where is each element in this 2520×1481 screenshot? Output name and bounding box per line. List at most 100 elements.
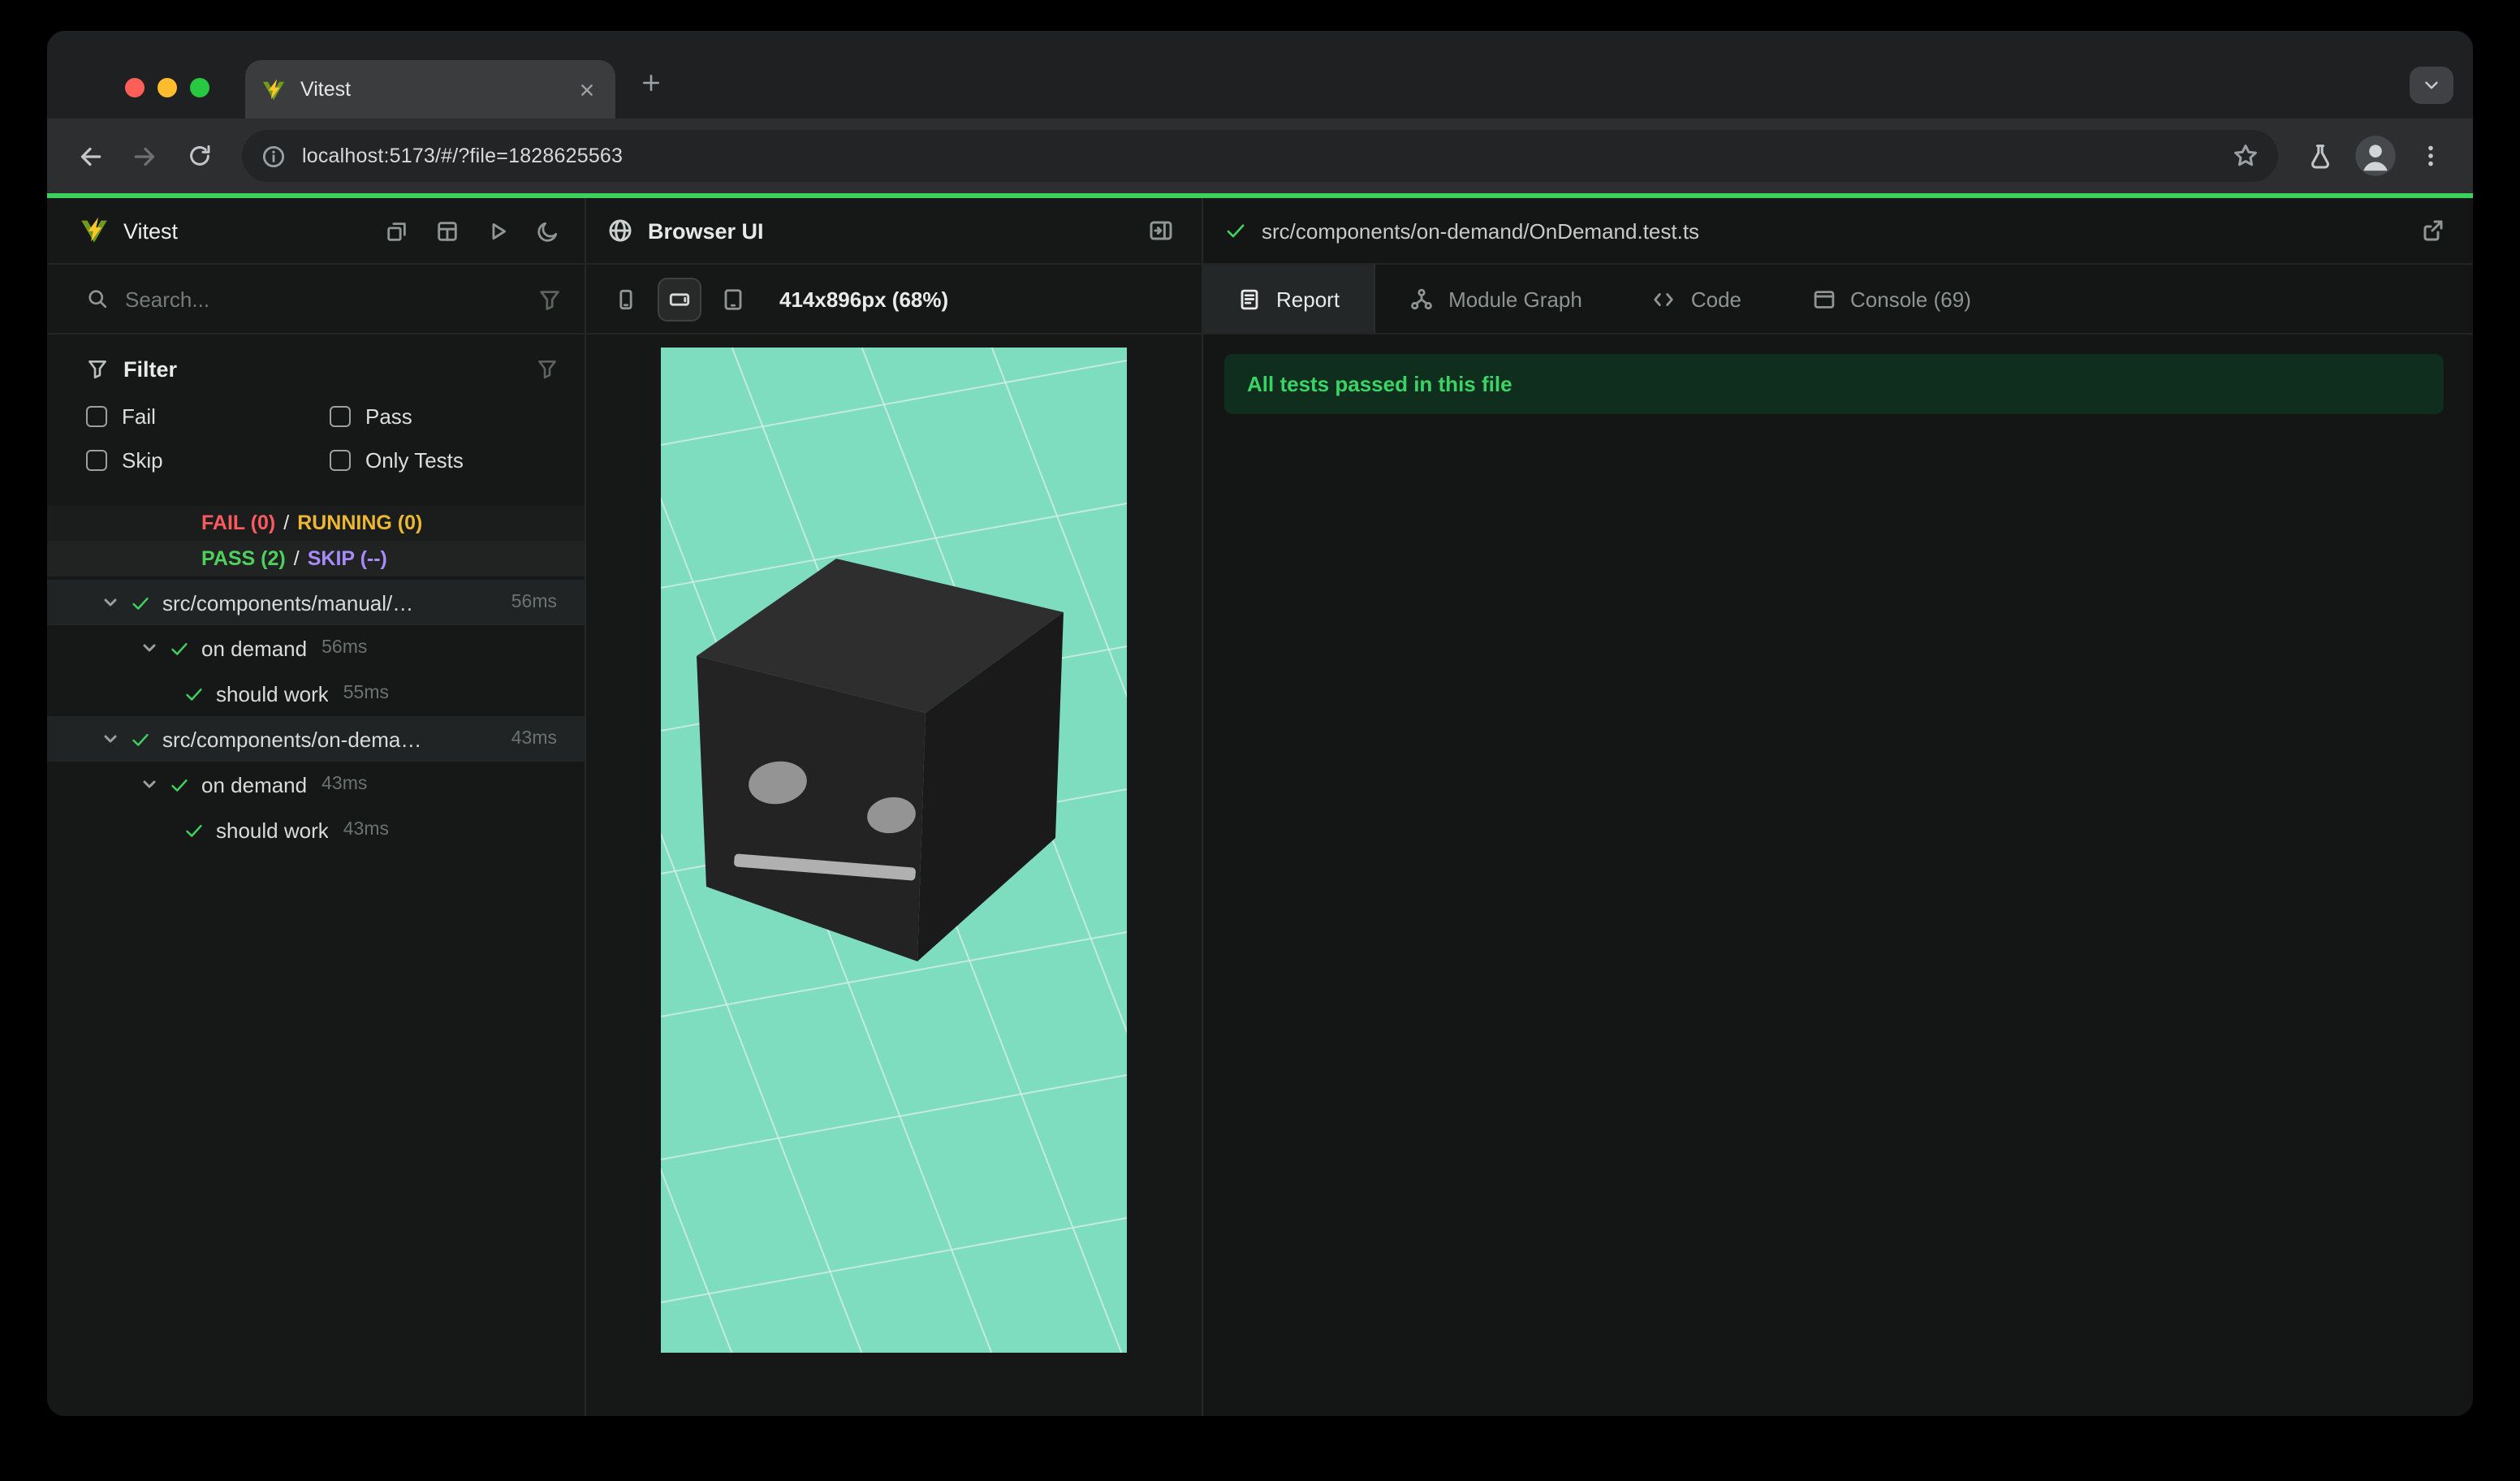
- tests-passed-banner: All tests passed in this file: [1224, 354, 2444, 414]
- clear-filter-icon[interactable]: [537, 287, 562, 311]
- sidebar-toolbar: [382, 216, 562, 245]
- reload-icon: [190, 145, 210, 166]
- tablet-button[interactable]: [711, 277, 755, 321]
- search-input[interactable]: [125, 287, 521, 311]
- running-count: RUNNING (0): [297, 512, 423, 534]
- test-file-name: src/components/on-dema…: [162, 727, 422, 751]
- app-name: Vitest: [123, 218, 179, 243]
- panel-title: Browser UI: [648, 218, 764, 243]
- smartphone-icon: [619, 288, 632, 309]
- filter-title: Filter: [123, 356, 178, 381]
- pass-check-icon: [183, 819, 205, 840]
- theme-toggle-button[interactable]: [533, 216, 562, 245]
- fail-count: FAIL (0): [201, 512, 276, 534]
- address-bar[interactable]: localhost:5173/#/?file=1828625563: [242, 130, 2278, 182]
- profile-avatar[interactable]: [2350, 130, 2401, 182]
- report-body: All tests passed in this file: [1203, 335, 2473, 1416]
- back-button[interactable]: [63, 130, 115, 182]
- browser-tab[interactable]: Vitest: [245, 60, 615, 119]
- maximize-window-button[interactable]: [190, 78, 209, 97]
- mobile-portrait-button[interactable]: [604, 277, 648, 321]
- site-info-icon[interactable]: [261, 144, 286, 168]
- checkbox-box[interactable]: [330, 450, 351, 471]
- reload-button[interactable]: [174, 130, 226, 182]
- search-bar: [47, 265, 585, 335]
- filter-checkbox-pass[interactable]: Pass: [330, 404, 562, 429]
- pass-check-icon: [169, 774, 190, 795]
- minimize-window-button[interactable]: [158, 78, 177, 97]
- funnel-icon: [88, 360, 106, 379]
- tablet-icon: [724, 288, 742, 309]
- tab-label: Module Graph: [1448, 287, 1582, 311]
- test-viewport[interactable]: [586, 335, 1202, 1416]
- grid-icon: [437, 221, 456, 240]
- close-tab-icon[interactable]: [573, 76, 599, 102]
- overlapping-windows-icon: [386, 222, 405, 240]
- test-suite-name: on demand: [201, 636, 308, 660]
- sidebar-header: Vitest: [47, 198, 585, 265]
- dashboard-button[interactable]: [432, 216, 461, 245]
- test-file-row[interactable]: src/components/on-dema… 43ms: [47, 716, 585, 762]
- test-case-row[interactable]: should work 43ms: [47, 807, 585, 853]
- checkbox-label: Fail: [122, 404, 156, 429]
- module-graph-icon: [1411, 287, 1432, 309]
- tab-title: Vitest: [300, 78, 352, 101]
- test-file-path: src/components/on-demand/OnDemand.test.t…: [1262, 218, 1700, 243]
- filter-options: Fail Pass Skip Only Tests: [86, 404, 562, 473]
- checkbox-box[interactable]: [330, 406, 351, 427]
- chevron-down-icon[interactable]: [141, 776, 158, 792]
- filter-checkbox-fail[interactable]: Fail: [86, 404, 330, 429]
- test-duration: 43ms: [321, 775, 368, 794]
- test-duration: 55ms: [343, 684, 389, 703]
- code-icon: [1655, 292, 1674, 305]
- summary-pass-skip: PASS (2) / SKIP (--): [47, 541, 585, 576]
- tab-code[interactable]: Code: [1618, 265, 1777, 333]
- test-duration: 56ms: [321, 638, 368, 658]
- test-suite-row[interactable]: on demand 43ms: [47, 762, 585, 807]
- viewport-size-label: 414x896px (68%): [779, 287, 949, 311]
- test-suite-row[interactable]: on demand 56ms: [47, 625, 585, 671]
- checkbox-box[interactable]: [86, 406, 107, 427]
- filter-checkbox-skip[interactable]: Skip: [86, 448, 330, 473]
- filter-checkbox-only-tests[interactable]: Only Tests: [330, 448, 562, 473]
- experiments-button[interactable]: [2294, 130, 2346, 182]
- chevron-down-icon[interactable]: [102, 731, 119, 747]
- tab-module-graph[interactable]: Module Graph: [1375, 265, 1618, 333]
- dock-panel-button[interactable]: [1141, 211, 1180, 250]
- test-case-row[interactable]: should work 55ms: [47, 671, 585, 716]
- reset-filter-button[interactable]: [533, 354, 562, 383]
- new-tab-button[interactable]: [628, 60, 674, 106]
- external-link-icon: [2423, 220, 2443, 241]
- chevron-down-icon[interactable]: [141, 640, 158, 656]
- checkbox-box[interactable]: [86, 450, 107, 471]
- tab-report[interactable]: Report: [1203, 265, 1376, 333]
- test-suite-name: on demand: [201, 772, 308, 797]
- chevron-down-icon[interactable]: [102, 594, 119, 611]
- pass-check-icon: [130, 728, 151, 749]
- test-file-row[interactable]: src/components/manual/… 56ms: [47, 580, 585, 625]
- panels-button[interactable]: [382, 216, 411, 245]
- vitest-logo-icon: [80, 216, 109, 245]
- mobile-landscape-button[interactable]: [658, 277, 701, 321]
- bookmark-star-icon[interactable]: [2233, 143, 2259, 169]
- checkbox-label: Pass: [365, 404, 412, 429]
- person-icon: [2355, 136, 2396, 176]
- flask-icon: [2311, 145, 2329, 169]
- console-icon: [1813, 290, 1834, 308]
- forward-button[interactable]: [119, 130, 170, 182]
- search-icon: [88, 290, 107, 309]
- tab-console[interactable]: Console (69): [1777, 265, 2007, 333]
- vitest-ui: Vitest Search... Filter Fail Pass Skip O…: [47, 198, 2473, 1416]
- test-summary: FAIL (0) / RUNNING (0) PASS (2) / SKIP (…: [47, 505, 585, 576]
- report-doc-icon: [1241, 288, 1258, 309]
- skip-count: SKIP (--): [307, 547, 387, 570]
- close-window-button[interactable]: [125, 78, 145, 97]
- pass-check-icon: [169, 637, 190, 658]
- test-duration: 43ms: [511, 729, 557, 749]
- run-all-button[interactable]: [482, 216, 511, 245]
- navigation-bar: localhost:5173/#/?file=1828625563: [47, 119, 2473, 193]
- open-external-button[interactable]: [2413, 211, 2452, 250]
- test-file-name: src/components/manual/…: [162, 590, 414, 615]
- tab-list-button[interactable]: [2410, 67, 2453, 104]
- browser-menu-button[interactable]: [2405, 130, 2457, 182]
